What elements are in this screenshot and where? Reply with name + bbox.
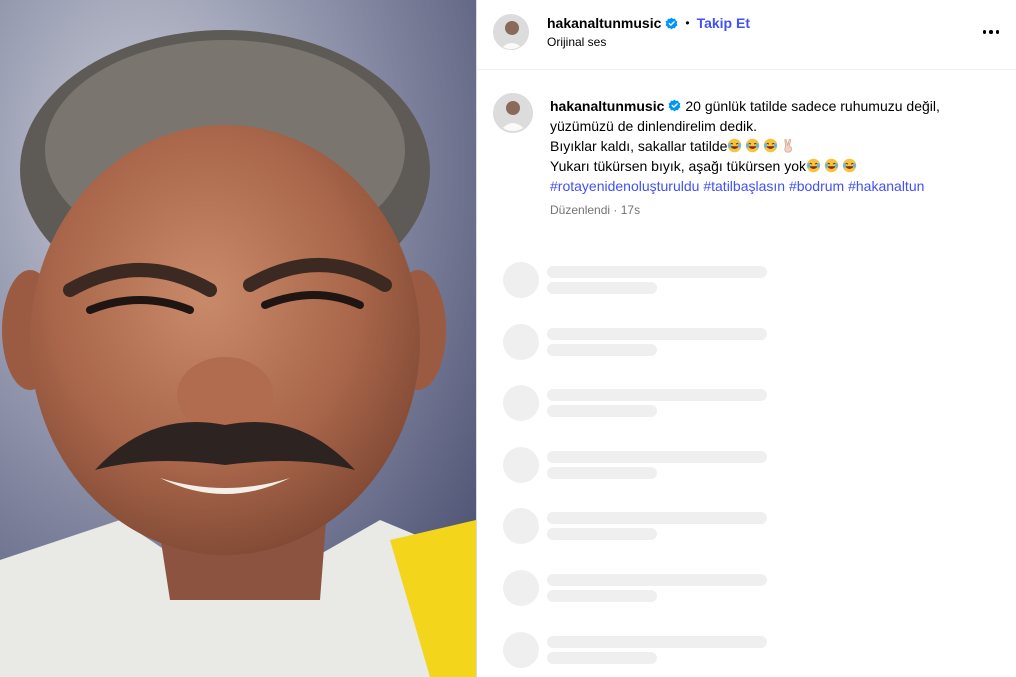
- laughing-emoji-icon: [764, 138, 778, 153]
- caption-text: hakanaltunmusic 20 günlük tatilde sadece…: [550, 96, 990, 196]
- skeleton-text-bar: [547, 343, 657, 356]
- skeleton-text-bar: [547, 405, 657, 418]
- skeleton-text-bar: [547, 327, 767, 340]
- skeleton-text-bar: [547, 573, 767, 586]
- skeleton-avatar: [503, 323, 539, 360]
- meta-separator: ·: [613, 203, 618, 217]
- hashtag-link[interactable]: #bodrum: [789, 178, 844, 194]
- skeleton-text-bar: [547, 389, 767, 402]
- caption-meta: Düzenlendi · 17s: [550, 203, 640, 217]
- caption-line-3: Bıyıklar kaldı, sakallar tatilde: [550, 136, 990, 156]
- skeleton-avatar: [503, 631, 539, 668]
- laughing-emoji-icon: [728, 138, 742, 153]
- header-separator: •: [685, 16, 690, 30]
- comment-skeleton-row: [503, 569, 803, 632]
- header-line: hakanaltunmusic • Takip Et: [547, 14, 750, 32]
- caption-line-3-text: Bıyıklar kaldı, sakallar tatilde: [550, 138, 728, 154]
- laughing-emoji-icon: [824, 158, 839, 173]
- hashtag-link[interactable]: #hakanaltun: [848, 178, 924, 194]
- laughing-emoji-icon: [746, 138, 760, 153]
- caption-line-1: hakanaltunmusic 20 günlük tatilde sadece…: [550, 96, 990, 116]
- comment-skeleton-row: [503, 323, 803, 386]
- caption-line-2: yüzümüzü de dinlendirelim dedik.: [550, 118, 757, 134]
- portrait-photo: [0, 0, 476, 677]
- skeleton-text-bar: [547, 282, 657, 294]
- caption-line-1-text: 20 günlük tatilde sadece ruhumuzu değil,: [685, 98, 940, 114]
- skeleton-text-bar: [547, 635, 767, 648]
- caption-author-avatar[interactable]: [493, 93, 533, 133]
- original-audio-link[interactable]: Orijinal ses: [547, 35, 606, 49]
- comment-skeleton-row: [503, 446, 803, 509]
- skeleton-avatar: [503, 262, 539, 298]
- comment-skeleton-row: [503, 385, 803, 447]
- follow-button[interactable]: Takip Et: [697, 15, 750, 31]
- post-side-panel: hakanaltunmusic • Takip Et Orijinal ses …: [476, 0, 1016, 677]
- skeleton-text-bar: [547, 466, 657, 479]
- author-username[interactable]: hakanaltunmusic: [547, 15, 661, 31]
- laughing-emoji-icon: [806, 158, 821, 173]
- edited-label: Düzenlendi: [550, 203, 611, 217]
- comment-skeleton-row: [503, 262, 803, 324]
- skeleton-text-bar: [547, 589, 657, 602]
- skeleton-text-bar: [547, 651, 657, 664]
- caption-line-4: Yukarı tükürsen bıyık, aşağı tükürsen yo…: [550, 156, 990, 176]
- post-time[interactable]: 17s: [621, 203, 640, 217]
- verified-badge-icon: [666, 17, 678, 29]
- victory-hand-emoji-icon: [784, 139, 793, 153]
- skeleton-text-bar: [547, 528, 657, 541]
- skeleton-text-bar: [547, 512, 767, 525]
- comment-skeleton-row: [503, 508, 803, 570]
- skeleton-avatar: [503, 446, 539, 483]
- skeleton-text-bar: [547, 266, 767, 278]
- skeleton-avatar: [503, 569, 539, 606]
- skeleton-avatar: [503, 385, 539, 422]
- author-avatar[interactable]: [493, 14, 529, 50]
- caption-hashtags: #rotayenidenoluşturuldu #tatilbaşlasın #…: [550, 176, 990, 196]
- caption-username[interactable]: hakanaltunmusic: [550, 98, 664, 114]
- post-media[interactable]: [0, 0, 476, 677]
- comments-loading-list: [503, 262, 803, 677]
- more-options-icon[interactable]: [979, 22, 1003, 42]
- avatar-image: [494, 15, 528, 49]
- comment-skeleton-row: [503, 631, 803, 677]
- hashtag-link[interactable]: #rotayenidenoluşturuldu: [550, 178, 699, 194]
- hashtag-link[interactable]: #tatilbaşlasın: [703, 178, 785, 194]
- laughing-emoji-icon: [842, 158, 857, 173]
- avatar-image: [495, 95, 531, 131]
- skeleton-text-bar: [547, 450, 767, 463]
- post-header: hakanaltunmusic • Takip Et Orijinal ses: [477, 0, 1016, 70]
- caption-line-4-text: Yukarı tükürsen bıyık, aşağı tükürsen yo…: [550, 158, 807, 174]
- skeleton-avatar: [503, 508, 539, 545]
- verified-badge-icon: [669, 99, 681, 112]
